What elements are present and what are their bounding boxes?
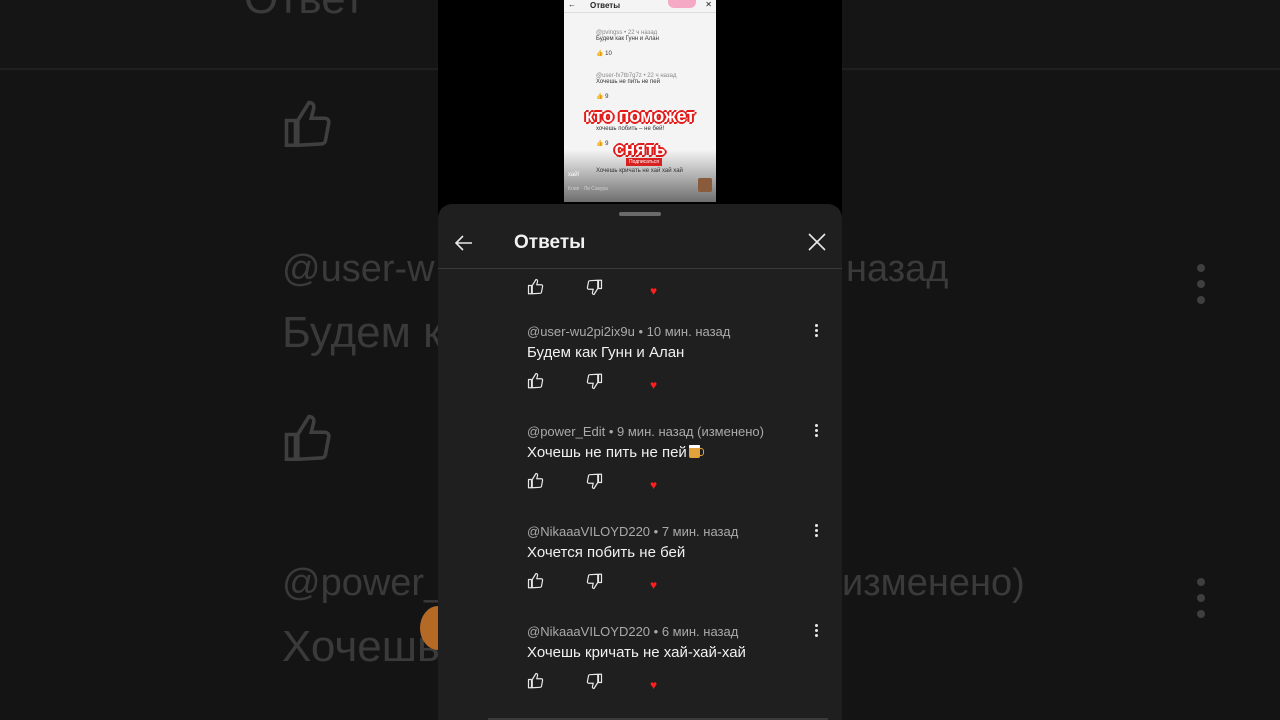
more-options-icon[interactable]	[810, 422, 822, 442]
background-title: Ответ	[244, 0, 364, 24]
background-comment-text: Хочешь	[282, 622, 440, 671]
comment-item: @NikaaaVILOYD220 • 6 мин. назад Хочешь к…	[438, 624, 842, 720]
comment-actions: ♥	[527, 472, 727, 494]
video-header: ← Ответы ✕	[564, 0, 716, 13]
comment-text: Хочется побить не бей	[527, 544, 686, 561]
comment-item: @user-wu2pi2ix9u • 10 мин. назад Будем к…	[438, 324, 842, 424]
background-like-icon	[284, 414, 331, 462]
like-icon[interactable]	[527, 372, 545, 390]
comment-item: @power_Edit • 9 мин. назад (изменено) Хо…	[438, 424, 842, 524]
dislike-icon[interactable]	[585, 472, 603, 490]
video-close-icon: ✕	[705, 0, 712, 9]
creator-heart-icon: ♥	[650, 478, 658, 492]
more-options-icon[interactable]	[810, 622, 822, 642]
background-comment-text: Будем к	[282, 308, 443, 357]
background-time: изменено)	[842, 562, 1025, 604]
dislike-icon[interactable]	[585, 372, 603, 390]
comment-meta: @power_Edit • 9 мин. назад (изменено)	[527, 424, 764, 439]
background-user: @user-w	[282, 248, 435, 290]
video-subscribe-button[interactable]: Подписаться	[626, 158, 662, 166]
comment-meta: @user-wu2pi2ix9u • 10 мин. назад	[527, 324, 731, 339]
comment-text: Хочешь не пить не пей	[527, 444, 704, 461]
list-item-partial: ♥	[438, 230, 842, 330]
background-more-icon	[1197, 264, 1207, 312]
video-caption-line1: кто поможет	[584, 106, 696, 126]
comment-actions: ♥	[527, 372, 727, 394]
dislike-icon[interactable]	[585, 572, 603, 590]
comment-meta: @NikaaaVILOYD220 • 7 мин. назад	[527, 524, 739, 539]
video-music-avatar	[698, 178, 712, 192]
video-mini-comment: @user-fx7tb7g7z • 22 ч назад Хочешь не п…	[596, 73, 677, 100]
background-user: @power_	[282, 562, 446, 604]
comment-actions: ♥	[527, 572, 727, 594]
comment-meta: @NikaaaVILOYD220 • 6 мин. назад	[527, 624, 739, 639]
video-frame[interactable]: ← Ответы ✕ @pvingss • 22 ч назад Будем к…	[564, 0, 716, 202]
creator-heart-icon: ♥	[650, 578, 658, 592]
comment-actions: ♥	[527, 278, 727, 300]
creator-heart-icon: ♥	[650, 678, 658, 692]
video-title: Ответы	[590, 1, 621, 10]
comment-item: @NikaaaVILOYD220 • 7 мин. назад Хочется …	[438, 524, 842, 624]
dislike-icon[interactable]	[585, 278, 603, 296]
like-icon[interactable]	[527, 472, 545, 490]
background-more-icon	[1197, 578, 1207, 626]
like-icon[interactable]	[527, 672, 545, 690]
background-time: назад	[846, 248, 949, 290]
video-panel: ← Ответы ✕ @pvingss • 22 ч назад Будем к…	[438, 0, 842, 720]
like-icon[interactable]	[527, 572, 545, 590]
creator-heart-icon: ♥	[650, 284, 658, 298]
comment-actions: ♥	[527, 672, 727, 694]
video-music-label: Клип · Ли Сакура	[568, 186, 608, 192]
creator-heart-icon: ♥	[650, 378, 658, 392]
like-icon[interactable]	[527, 278, 545, 296]
comment-text: Будем как Гунн и Алан	[527, 344, 685, 361]
beer-emoji-icon	[688, 445, 704, 458]
drag-handle[interactable]	[619, 212, 661, 216]
more-options-icon[interactable]	[810, 322, 822, 342]
dislike-icon[interactable]	[585, 672, 603, 690]
video-side-text: хай!	[568, 172, 580, 178]
background-like-icon	[284, 100, 331, 148]
video-mini-comment: @pvingss • 22 ч назад Будем как Гунн и А…	[596, 30, 659, 57]
video-mini-comment: Хочешь кричать не хай хай хай	[596, 168, 683, 174]
comment-text: Хочешь кричать не хай-хай-хай	[527, 644, 746, 661]
video-back-icon: ←	[568, 0, 576, 9]
replies-sheet: Ответы ♥ @user-wu2pi2ix9u • 10 мин. наза…	[438, 204, 842, 720]
more-options-icon[interactable]	[810, 522, 822, 542]
